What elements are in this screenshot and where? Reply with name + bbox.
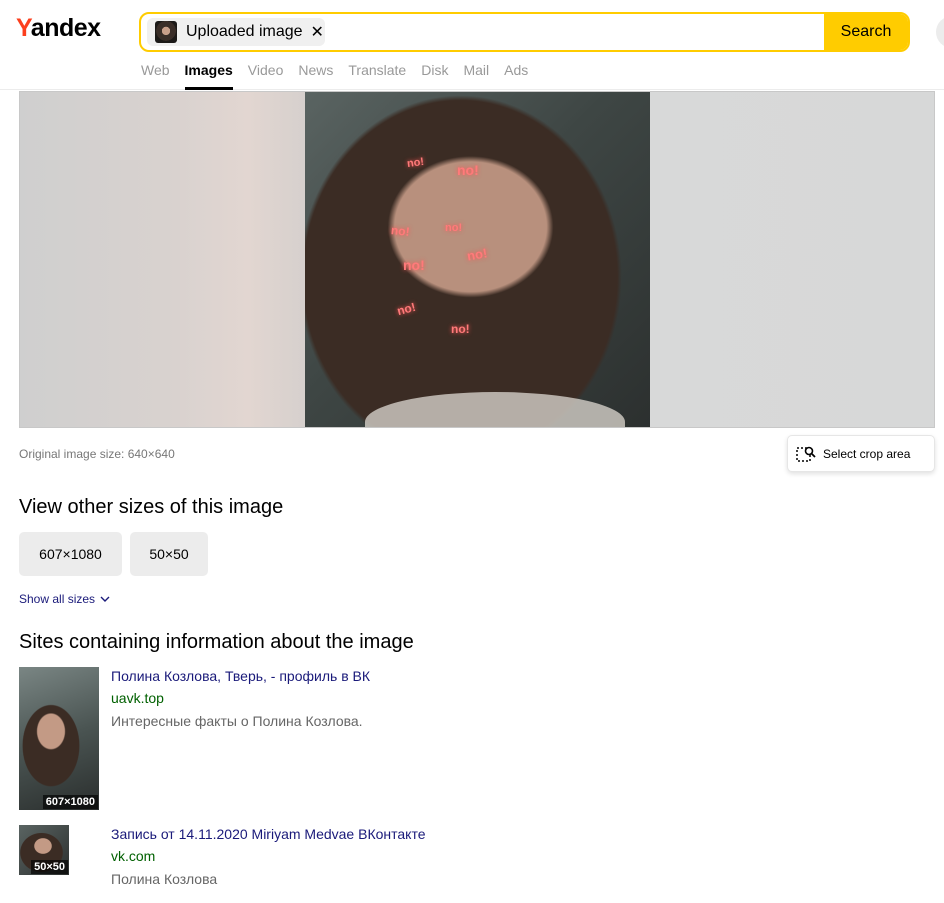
result-domain[interactable]: vk.com (111, 848, 155, 864)
tab-mail[interactable]: Mail (463, 62, 489, 90)
result-title[interactable]: Полина Козлова, Тверь, - профиль в ВК (111, 668, 370, 684)
yandex-logo[interactable]: Yandex (16, 14, 101, 43)
show-all-sizes-link[interactable]: Show all sizes (19, 592, 110, 606)
tab-ads[interactable]: Ads (504, 62, 528, 90)
size-badge: 50×50 (31, 860, 68, 874)
tab-news[interactable]: News (298, 62, 333, 90)
size-badge: 607×1080 (42, 795, 98, 809)
tab-images[interactable]: Images (184, 62, 234, 90)
overlay-text: no! (403, 257, 425, 273)
service-tabs: Web Images Video News Translate Disk Mai… (141, 62, 543, 90)
uploaded-image-chip[interactable]: Uploaded image ✕ (147, 18, 325, 46)
result-title[interactable]: Запись от 14.11.2020 Miriyam Medvae ВКон… (111, 826, 425, 842)
close-icon[interactable]: ✕ (311, 22, 324, 42)
crop-label: Select crop area (823, 446, 911, 461)
preview-blur-right (650, 92, 934, 427)
overlay-text: no! (390, 223, 411, 239)
result-domain[interactable]: uavk.top (111, 690, 164, 706)
avatar[interactable] (936, 16, 944, 48)
overlay-text: no! (465, 245, 489, 264)
sites-heading: Sites containing information about the i… (19, 631, 414, 653)
overlay-text: no! (445, 222, 463, 234)
overlay-text: no! (451, 322, 470, 336)
size-button-607x1080[interactable]: 607×1080 (19, 532, 122, 576)
crop-icon (796, 446, 816, 462)
tab-disk[interactable]: Disk (421, 62, 448, 90)
result-thumbnail[interactable]: 50×50 (19, 825, 69, 875)
search-box[interactable]: Uploaded image ✕ Search (139, 12, 910, 52)
image-preview: no! no! no! no! no! no! no! no! (19, 91, 935, 428)
show-all-sizes-label: Show all sizes (19, 592, 96, 606)
select-crop-area-button[interactable]: Select crop area (787, 435, 935, 472)
size-button-50x50[interactable]: 50×50 (130, 532, 208, 576)
overlay-text: no! (406, 155, 425, 171)
preview-blur-left (20, 92, 305, 427)
tab-translate[interactable]: Translate (348, 62, 406, 90)
uploaded-image-thumbnail (155, 21, 177, 43)
result-description: Полина Козлова (111, 871, 218, 887)
chip-label: Uploaded image (186, 23, 303, 40)
result-thumbnail[interactable]: 607×1080 (19, 667, 99, 810)
result-description: Интересные факты о Полина Козлова. (111, 713, 363, 729)
search-button[interactable]: Search (824, 14, 908, 50)
other-sizes-heading: View other sizes of this image (19, 496, 284, 518)
chevron-down-icon (100, 596, 110, 602)
header: Yandex Uploaded image ✕ Search Web Image… (0, 0, 944, 90)
tab-web[interactable]: Web (141, 62, 170, 90)
overlay-text: no! (457, 162, 479, 178)
uploaded-photo: no! no! no! no! no! no! no! no! (305, 92, 650, 427)
original-image-size: Original image size: 640×640 (19, 447, 175, 461)
overlay-text: no! (395, 299, 418, 319)
tab-video[interactable]: Video (248, 62, 284, 90)
